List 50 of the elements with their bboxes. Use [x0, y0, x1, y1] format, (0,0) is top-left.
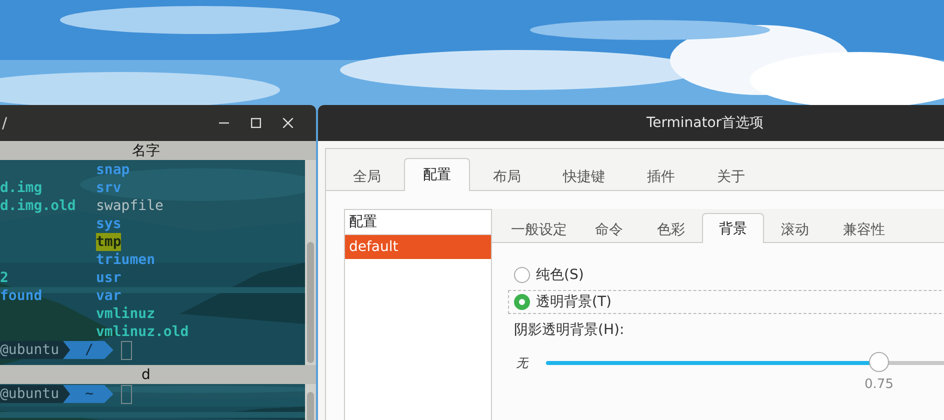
slider-min-label: 无	[515, 354, 530, 372]
file-name: usr	[96, 269, 122, 287]
field-label: 阴影透明背景(H):	[514, 321, 626, 339]
file-name: found	[0, 288, 42, 304]
tab[interactable]: 背景	[702, 213, 764, 243]
scrollbar[interactable]	[305, 160, 316, 365]
tab[interactable]: 插件	[628, 161, 694, 191]
tab[interactable]: 一般设定	[500, 215, 578, 243]
tab[interactable]: 色彩	[640, 215, 702, 243]
slider-value: 0.75	[864, 377, 894, 392]
tab[interactable]: 命令	[578, 215, 640, 243]
window-title: /	[2, 114, 8, 132]
file-name: sys	[96, 215, 122, 233]
file-name: triumen	[96, 251, 156, 269]
window-title: Terminator首选项	[646, 114, 764, 132]
file-name: 2	[0, 270, 8, 286]
file-name: var	[96, 287, 122, 305]
scrollbar[interactable]	[305, 384, 316, 420]
pane-title: d	[142, 366, 150, 382]
file-name: tmp	[96, 233, 122, 251]
tab[interactable]: 全局	[334, 161, 400, 191]
close-icon	[283, 118, 293, 128]
radio-label: 透明背景(T)	[536, 293, 612, 311]
file-name: snap	[96, 161, 130, 179]
file-name: d.img.old	[0, 198, 76, 214]
tab[interactable]: 关于	[698, 161, 764, 191]
tab[interactable]: 配置	[404, 158, 470, 191]
tab[interactable]: 布局	[474, 161, 540, 191]
tab[interactable]: 兼容性	[826, 215, 902, 243]
prompt-user: @ubuntu	[0, 385, 72, 403]
radio-button[interactable]	[514, 267, 530, 283]
radio-button[interactable]	[514, 294, 530, 310]
radio-option[interactable]: 纯色(S)	[514, 263, 944, 287]
file-name: swapfile	[96, 197, 164, 215]
tab[interactable]: 快捷键	[544, 161, 624, 191]
pane-title: 名字	[132, 142, 160, 160]
text-cursor	[121, 340, 132, 360]
file-name: vmlinuz	[96, 305, 156, 323]
tab[interactable]: 滚动	[764, 215, 826, 243]
radio-label: 纯色(S)	[536, 266, 584, 284]
file-name: vmlinuz.old	[96, 323, 189, 341]
maximize-icon	[251, 118, 261, 128]
file-name: d.img	[0, 180, 42, 196]
text-cursor	[121, 384, 132, 404]
slider-thumb[interactable]	[869, 352, 889, 372]
minimize-icon	[219, 122, 229, 124]
file-name: srv	[96, 179, 122, 197]
radio-option[interactable]: 透明背景(T)	[508, 290, 944, 314]
prompt-user: @ubuntu	[0, 341, 72, 359]
list-item[interactable]: default	[345, 235, 491, 259]
